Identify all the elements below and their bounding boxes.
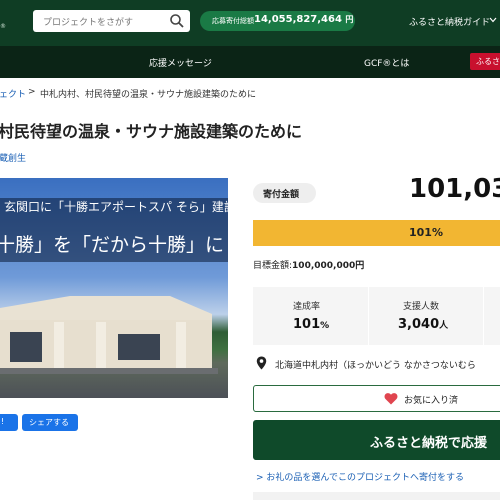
donation-amount-badge: 寄付金額 <box>253 183 316 203</box>
bottom-panel-edge <box>253 492 500 500</box>
search-box[interactable]: プロジェクトをさがす <box>33 10 190 32</box>
nav-item-about-gcf[interactable]: GCF®とは <box>364 56 409 69</box>
supporters-value: 3,040人 <box>398 317 449 332</box>
share-button-first[interactable]: ! <box>0 414 18 431</box>
location-pin-icon <box>256 356 267 370</box>
share-label: シェアする <box>29 418 69 427</box>
target-amount-label: 目標金額: <box>253 261 293 271</box>
total-donations-label: 応募寄付総額 <box>212 17 254 25</box>
gift-selection-link[interactable]: > お礼の品を選んでこのプロジェクトへ寄付をする <box>256 470 464 483</box>
stat-divider <box>483 287 484 345</box>
building-illustration <box>0 296 218 374</box>
total-donations-value: 14,055,827,464 円 <box>254 14 354 25</box>
breadcrumb-separator: > <box>28 87 36 97</box>
funding-progress-fill <box>253 220 500 246</box>
search-icon[interactable] <box>169 13 185 29</box>
favorite-button[interactable]: お気に入り済 <box>253 385 500 412</box>
page-title: 村民待望の温泉・サウナ施設建築のために <box>0 122 303 141</box>
organizer-link[interactable]: 蔵創生 <box>0 151 26 164</box>
logo-trademark: ® <box>0 23 6 30</box>
donate-button[interactable]: ふるさと納税で応援 <box>253 420 500 460</box>
supporters-label: 支援人数 <box>403 302 440 312</box>
achievement-rate-value: 101% <box>293 317 330 332</box>
breadcrumb-projects-link[interactable]: ェクト <box>0 87 26 100</box>
funding-progress-bar: 101% <box>253 220 500 246</box>
nav-item-messages[interactable]: 応援メッセージ <box>149 56 212 69</box>
search-input[interactable]: プロジェクトをさがす <box>43 15 133 28</box>
project-location: 北海道中札内村（ほっかいどう なかさつないむら <box>275 361 476 371</box>
share-first-label: ! <box>1 417 5 426</box>
achievement-rate-label: 達成率 <box>293 302 321 312</box>
nav-furusato-label: ふるさ <box>476 57 500 66</box>
heart-icon <box>384 393 398 405</box>
nav-furusato-button[interactable]: ふるさ <box>470 53 500 70</box>
donation-amount-badge-label: 寄付金額 <box>263 190 300 200</box>
share-button[interactable]: シェアする <box>22 414 78 431</box>
donate-label: ふるさと納税で応援 <box>370 436 488 451</box>
target-amount-value: 100,000,000円 <box>292 261 365 271</box>
stat-divider <box>368 287 369 345</box>
top-header: ® プロジェクトをさがす 応募寄付総額 14,055,827,464 円 ふるさ… <box>0 0 500 46</box>
hero-caption-line1: 玄関口に「十勝エアポートスパ そら」建設! <box>4 200 228 214</box>
funding-stats: 達成率 101% 支援人数 3,040人 <box>253 287 500 345</box>
hero-caption-line2: 十勝」を「だから十勝」に <box>0 234 225 256</box>
chevron-down-icon[interactable] <box>489 17 497 23</box>
project-hero-image: 玄関口に「十勝エアポートスパ そら」建設! 十勝」を「だから十勝」に <box>0 178 228 398</box>
furusato-guide-link[interactable]: ふるさと納税ガイド <box>409 15 490 28</box>
target-amount: 目標金額:100,000,000円 <box>253 258 364 271</box>
total-donations-badge: 応募寄付総額 14,055,827,464 円 <box>200 11 355 31</box>
breadcrumb-current: 中札内村、村民待望の温泉・サウナ施設建築のために <box>40 90 257 100</box>
funding-progress-label: 101% <box>409 226 443 239</box>
main-nav: 応援メッセージ GCF®とは ふるさ <box>0 46 500 78</box>
donation-amount-value: 101,03 <box>409 174 500 204</box>
favorite-label: お気に入り済 <box>404 396 459 406</box>
